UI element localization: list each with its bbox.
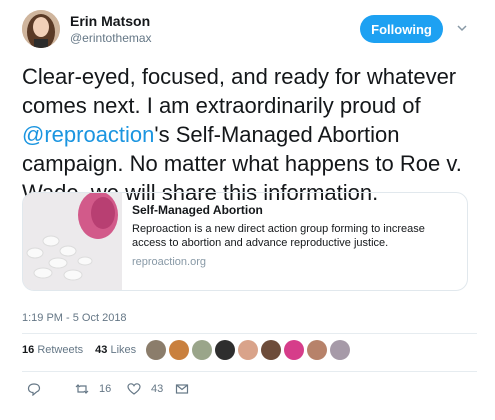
avatar[interactable] [215, 340, 235, 360]
heart-icon [127, 383, 141, 395]
divider [22, 333, 477, 334]
retweet-count: 16 [99, 383, 112, 395]
following-button[interactable]: Following [360, 15, 443, 43]
card-image [23, 193, 122, 290]
tweet-text: Clear-eyed, focused, and ready for whate… [22, 62, 477, 207]
tweet-text-part1: Clear-eyed, focused, and ready for whate… [22, 64, 457, 118]
likes-stat[interactable]: 43 Likes [95, 344, 136, 356]
chevron-down-icon[interactable] [456, 22, 468, 34]
avatar[interactable] [307, 340, 327, 360]
retweets-stat[interactable]: 16 Retweets [22, 344, 83, 356]
tweet-actions: 16 43 [22, 382, 189, 396]
reply-icon [27, 383, 41, 396]
author-avatar[interactable] [22, 10, 60, 48]
card-description: Reproaction is a new direct action group… [132, 223, 425, 249]
message-icon [175, 384, 189, 394]
liker-avatars [146, 340, 350, 360]
card-domain: reproaction.org [132, 256, 206, 268]
avatar[interactable] [261, 340, 281, 360]
avatar[interactable] [192, 340, 212, 360]
author-name[interactable]: Erin Matson [70, 13, 150, 29]
like-count: 43 [151, 383, 164, 395]
retweet-icon [75, 384, 89, 394]
avatar[interactable] [169, 340, 189, 360]
likes-label: Likes [110, 344, 137, 356]
retweets-label: Retweets [37, 344, 84, 356]
retweet-button[interactable]: 16 [75, 382, 127, 396]
divider [22, 371, 477, 372]
tweet-timestamp[interactable]: 1:19 PM - 5 Oct 2018 [22, 312, 127, 324]
card-title: Self-Managed Abortion [132, 203, 263, 217]
likes-count: 43 [95, 344, 108, 356]
card-body: Self-Managed Abortion Reproaction is a n… [122, 193, 462, 290]
mention-link[interactable]: @reproaction [22, 122, 154, 147]
avatar[interactable] [284, 340, 304, 360]
like-button[interactable]: 43 [127, 382, 175, 396]
avatar[interactable] [238, 340, 258, 360]
author-handle[interactable]: @erintothemax [70, 31, 152, 45]
message-button[interactable] [175, 382, 189, 396]
avatar[interactable] [146, 340, 166, 360]
engagement-stats: 16 Retweets 43 Likes [22, 344, 136, 356]
avatar[interactable] [330, 340, 350, 360]
retweets-count: 16 [22, 344, 35, 356]
link-card[interactable]: Self-Managed Abortion Reproaction is a n… [22, 192, 468, 291]
reply-button[interactable] [27, 382, 75, 396]
